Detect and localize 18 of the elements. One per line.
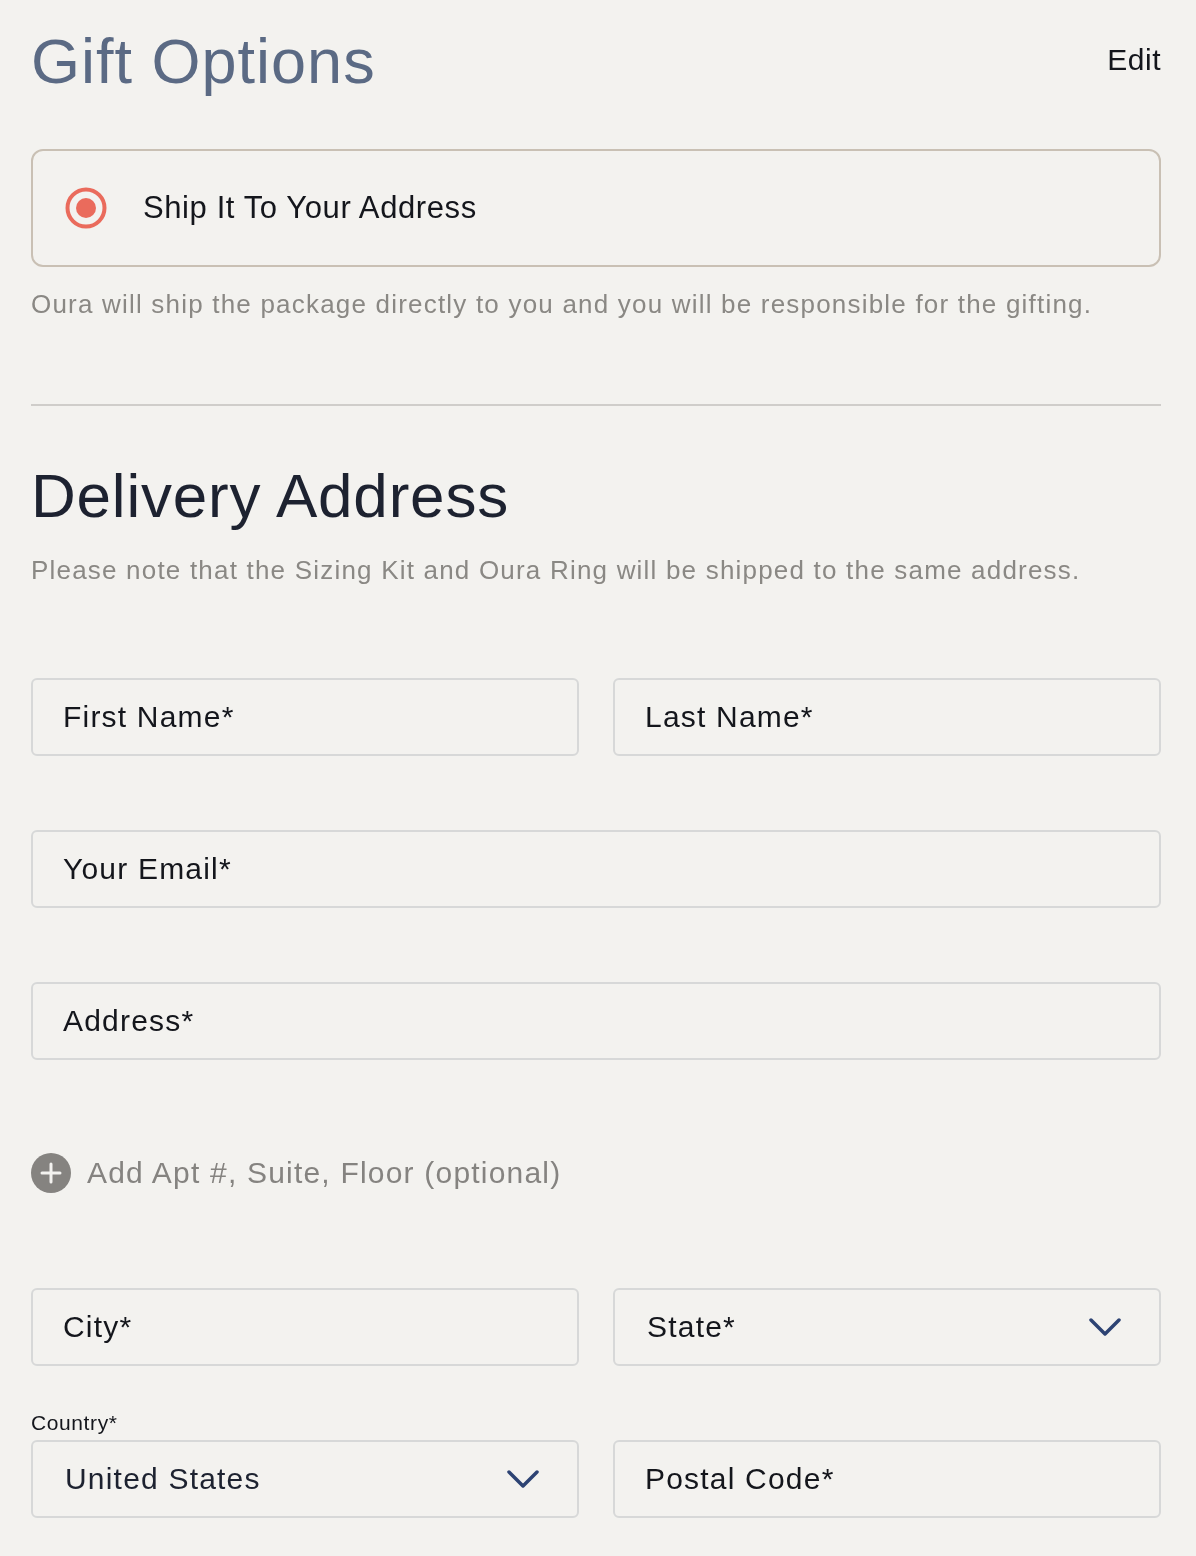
chevron-down-icon bbox=[1089, 1318, 1121, 1336]
delivery-note: Please note that the Sizing Kit and Oura Ring will be shipped to the same address. bbox=[31, 554, 1082, 586]
edit-link[interactable]: Edit bbox=[1107, 42, 1161, 78]
gift-note: Oura will ship the package directly to you and you will be responsible for the gifting. bbox=[31, 288, 1094, 320]
dropdown[interactable]: State* bbox=[613, 1288, 1161, 1366]
dropdown[interactable]: United States bbox=[31, 1440, 579, 1518]
chevron-down-icon bbox=[507, 1470, 539, 1488]
plus-circle-icon bbox=[31, 1153, 71, 1193]
section-title: Delivery Address bbox=[31, 460, 510, 532]
input-field[interactable]: Postal Code* bbox=[613, 1440, 1161, 1518]
input-field[interactable]: Last Name* bbox=[613, 678, 1161, 756]
page-title: Gift Options bbox=[31, 25, 376, 98]
input-field[interactable]: City* bbox=[31, 1288, 579, 1366]
input-field[interactable]: Your Email* bbox=[31, 830, 1161, 908]
input-field[interactable]: Address* bbox=[31, 982, 1161, 1060]
field-label: Country* bbox=[31, 1410, 119, 1436]
shipping-option[interactable]: Ship It To Your Address bbox=[31, 149, 1161, 267]
input-field[interactable]: First Name* bbox=[31, 678, 579, 756]
